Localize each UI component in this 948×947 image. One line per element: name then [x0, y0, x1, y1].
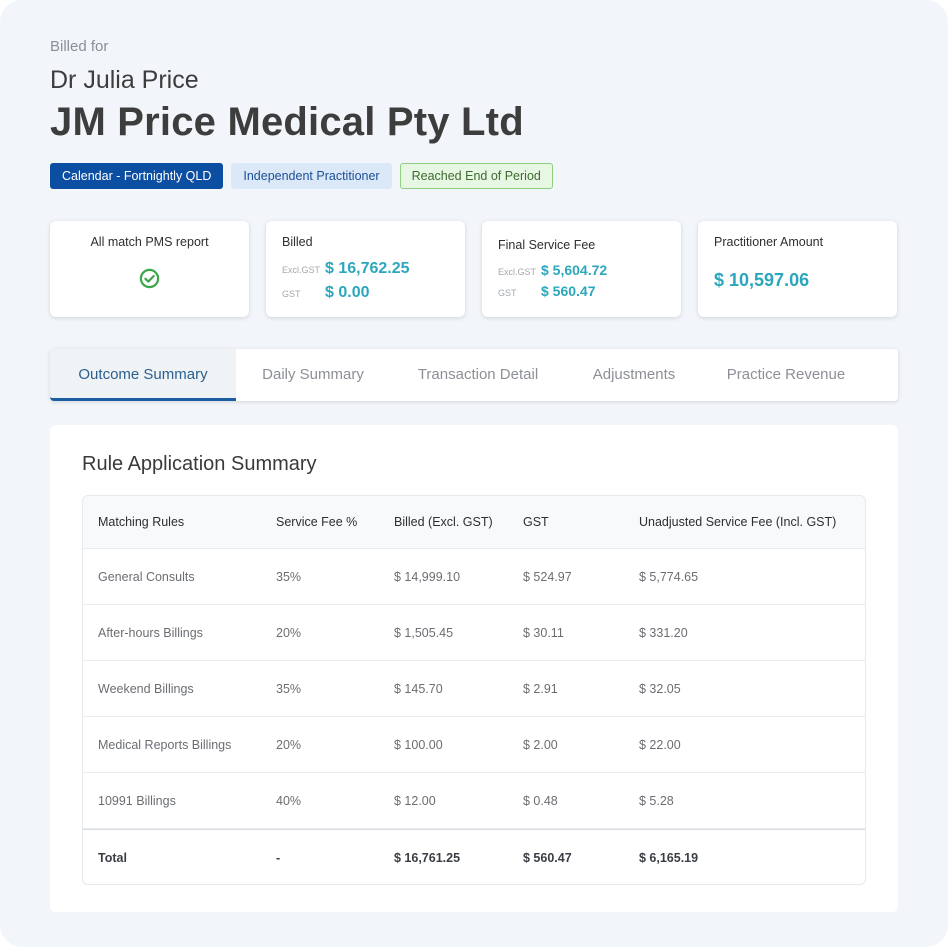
- column-header: Service Fee %: [276, 515, 358, 529]
- pms-match-title: All match PMS report: [90, 235, 209, 249]
- service-fee-gst-value: $ 560.47: [541, 283, 596, 299]
- table-total-row: Total - $ 16,761.25 $ 560.47 $ 6,165.19: [83, 829, 865, 884]
- tab-practice-revenue[interactable]: Practice Revenue: [702, 349, 870, 401]
- rule-name-cell: 10991 Billings: [98, 793, 176, 808]
- table-row: 10991 Billings 40% $ 12.00 $ 0.48 $ 5.28: [83, 773, 865, 829]
- column-header: Unadjusted Service Fee (Incl. GST): [639, 515, 837, 529]
- gst-cell: $ 30.11: [523, 625, 564, 640]
- gst-cell: $ 2.00: [523, 737, 558, 752]
- service-fee-cell: $ 5,774.65: [639, 569, 699, 584]
- tab-adjustments[interactable]: Adjustments: [566, 349, 702, 401]
- total-gst-cell: $ 560.47: [523, 850, 572, 865]
- billed-gst-row: GST $ 0.00: [282, 284, 369, 302]
- tab-bar: Outcome Summary Daily Summary Transactio…: [50, 349, 898, 401]
- column-header: Billed (Excl. GST): [394, 515, 493, 529]
- rule-name-cell: General Consults: [98, 569, 195, 584]
- tag-practitioner-type: Independent Practitioner: [231, 163, 392, 189]
- total-billed-cell: $ 16,761.25: [394, 850, 461, 865]
- practitioner-amount-card: Practitioner Amount $ 10,597.06: [698, 221, 897, 317]
- panel-title: Rule Application Summary: [82, 453, 317, 475]
- company-name: JM Price Medical Pty Ltd: [50, 100, 524, 144]
- column-header: GST: [523, 515, 549, 529]
- table-header-row: Matching Rules Service Fee % Billed (Exc…: [83, 496, 865, 549]
- billed-gst-value: $ 0.00: [325, 284, 370, 301]
- fee-percent-cell: 20%: [276, 737, 302, 752]
- billing-statement-page: Billed for Dr Julia Price JM Price Medic…: [0, 0, 948, 947]
- tab-daily-summary[interactable]: Daily Summary: [236, 349, 390, 401]
- billed-excl-value: $ 16,762.25: [325, 260, 410, 277]
- tag-period-status: Reached End of Period: [399, 163, 553, 189]
- rule-name-cell: Medical Reports Billings: [98, 737, 232, 752]
- service-fee-cell: $ 331.20: [639, 625, 688, 640]
- fee-percent-cell: 35%: [276, 681, 302, 696]
- service-fee-excl-row: Excl.GST $ 5,604.72: [498, 262, 607, 278]
- table-row: After-hours Billings 20% $ 1,505.45 $ 30…: [83, 605, 865, 661]
- final-service-fee-card: Final Service Fee Excl.GST $ 5,604.72 GS…: [482, 221, 681, 317]
- column-header: Matching Rules: [98, 515, 185, 529]
- service-fee-cell: $ 32.05: [639, 681, 681, 696]
- total-service-fee-cell: $ 6,165.19: [639, 850, 699, 865]
- tab-outcome-summary[interactable]: Outcome Summary: [50, 349, 236, 401]
- tab-transaction-detail[interactable]: Transaction Detail: [390, 349, 566, 401]
- gst-cell: $ 524.97: [523, 569, 572, 584]
- billed-excl-label: Excl.GST: [282, 265, 321, 275]
- billed-for-label: Billed for: [50, 38, 109, 55]
- fee-percent-cell: 40%: [276, 793, 302, 808]
- summary-cards: All match PMS report Billed Excl.GST $ 1…: [50, 221, 897, 317]
- billed-cell: $ 145.70: [394, 681, 443, 696]
- rule-summary-table: Matching Rules Service Fee % Billed (Exc…: [82, 495, 866, 885]
- service-fee-gst-label: GST: [498, 288, 517, 298]
- billed-title: Billed: [282, 235, 313, 249]
- service-fee-excl-label: Excl.GST: [498, 267, 537, 277]
- billed-gst-label: GST: [282, 289, 301, 299]
- gst-cell: $ 2.91: [523, 681, 558, 696]
- pms-match-card: All match PMS report: [50, 221, 249, 317]
- service-fee-title: Final Service Fee: [498, 238, 596, 252]
- status-tags: Calendar - Fortnightly QLD Independent P…: [50, 163, 553, 189]
- billed-card: Billed Excl.GST $ 16,762.25 GST $ 0.00: [266, 221, 465, 317]
- rule-name-cell: After-hours Billings: [98, 625, 203, 640]
- service-fee-excl-value: $ 5,604.72: [541, 262, 608, 278]
- practitioner-name: Dr Julia Price: [50, 66, 199, 94]
- fee-percent-cell: 35%: [276, 569, 302, 584]
- service-fee-cell: $ 5.28: [639, 793, 674, 808]
- check-circle-icon: [139, 268, 160, 289]
- gst-cell: $ 0.48: [523, 793, 558, 808]
- practitioner-amount-title: Practitioner Amount: [714, 235, 824, 249]
- rule-summary-panel: Rule Application Summary Matching Rules …: [50, 425, 898, 912]
- rule-name-cell: Weekend Billings: [98, 681, 194, 696]
- billed-excl-row: Excl.GST $ 16,762.25: [282, 260, 410, 278]
- table-row: Weekend Billings 35% $ 145.70 $ 2.91 $ 3…: [83, 661, 865, 717]
- practitioner-amount-value: $ 10,597.06: [714, 270, 810, 290]
- billed-cell: $ 100.00: [394, 737, 443, 752]
- billed-cell: $ 12.00: [394, 793, 436, 808]
- service-fee-gst-row: GST $ 560.47: [498, 283, 596, 299]
- table-row: Medical Reports Billings 20% $ 100.00 $ …: [83, 717, 865, 773]
- billed-cell: $ 14,999.10: [394, 569, 461, 584]
- billed-cell: $ 1,505.45: [394, 625, 454, 640]
- table-row: General Consults 35% $ 14,999.10 $ 524.9…: [83, 549, 865, 605]
- fee-percent-cell: 20%: [276, 625, 302, 640]
- total-label-cell: Total: [98, 850, 127, 865]
- tag-calendar: Calendar - Fortnightly QLD: [50, 163, 224, 189]
- service-fee-cell: $ 22.00: [639, 737, 681, 752]
- total-fee-percent-cell: -: [276, 850, 281, 865]
